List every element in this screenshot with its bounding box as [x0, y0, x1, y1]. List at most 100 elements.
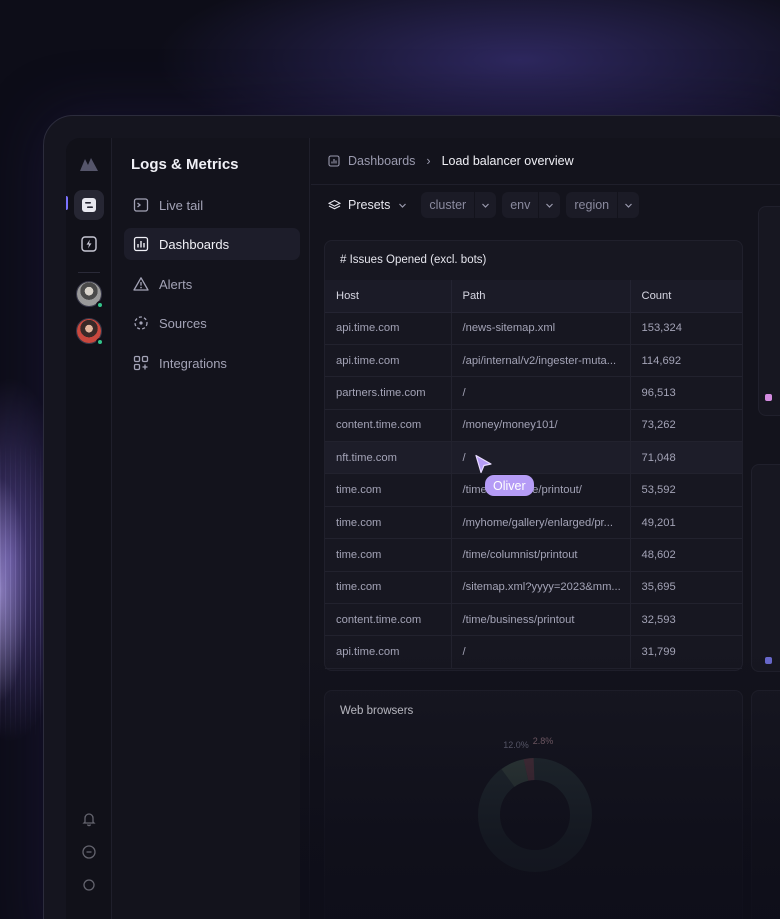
- count-cell: 96,513: [630, 376, 742, 410]
- table-row[interactable]: time.com/time/columnist/printout 48,602: [325, 538, 742, 572]
- sidebar-item-sources[interactable]: Sources: [124, 307, 300, 339]
- avatar[interactable]: [76, 318, 104, 346]
- online-status-dot: [96, 338, 104, 346]
- count-cell: 153,324: [630, 312, 742, 345]
- table-row[interactable]: partners.time.com/96,513: [325, 376, 742, 410]
- rail-active-marker: [66, 196, 68, 210]
- count-cell: 32,593: [630, 603, 742, 637]
- path-cell: /time/columnist/printout: [451, 538, 631, 572]
- collaborator-cursor-icon: [475, 454, 492, 474]
- integrations-icon: [133, 355, 149, 371]
- count-cell: 73,262: [630, 409, 742, 443]
- logs-app-icon: [82, 198, 96, 212]
- donut-segment[interactable]: [478, 758, 592, 872]
- host-cell: partners.time.com: [325, 376, 452, 410]
- path-cell: /money/money101/: [451, 409, 631, 443]
- partial-card: [751, 464, 780, 672]
- filter-label: cluster: [429, 198, 467, 212]
- host-cell: nft.time.com: [325, 441, 452, 475]
- chevron-down-icon: [399, 203, 407, 208]
- page-title: Load balancer overview: [441, 154, 574, 168]
- count-cell: 49,201: [630, 506, 742, 540]
- region-dropdown-button[interactable]: [617, 192, 639, 218]
- chevron-down-icon: [546, 203, 554, 208]
- column-header-count[interactable]: Count: [630, 280, 742, 313]
- env-filter[interactable]: env: [502, 192, 561, 218]
- path-cell: /api/internal/v2/ingester-muta...: [451, 344, 631, 378]
- card-title: Web browsers: [340, 705, 414, 717]
- sidebar-item-label: Integrations: [159, 355, 227, 371]
- cluster-filter[interactable]: cluster: [421, 192, 497, 218]
- host-cell: api.time.com: [325, 312, 452, 345]
- sidebar-item-alerts[interactable]: Alerts: [124, 268, 300, 300]
- host-cell: content.time.com: [325, 409, 452, 443]
- table-row[interactable]: api.time.com/31,799: [325, 635, 742, 669]
- donut-label: 12.0%: [503, 740, 529, 750]
- table-row[interactable]: time.com/time/magazine/printout/53,592: [325, 473, 742, 507]
- online-status-dot: [96, 301, 104, 309]
- path-cell: /myhome/gallery/enlarged/pr...: [451, 506, 631, 540]
- path-cell: /time/magazine/printout/: [451, 473, 631, 507]
- env-dropdown-button[interactable]: [538, 192, 560, 218]
- table-row[interactable]: time.com/myhome/gallery/enlarged/pr... 49…: [325, 506, 742, 540]
- settings-icon[interactable]: [81, 877, 97, 893]
- count-cell: 114,692: [630, 344, 742, 378]
- sidebar-item-label: Sources: [159, 315, 207, 331]
- region-filter[interactable]: region: [566, 192, 640, 218]
- help-icon[interactable]: [81, 844, 97, 860]
- column-header-host[interactable]: Host: [325, 280, 452, 313]
- sidebar-item-label: Dashboards: [159, 236, 230, 252]
- count-cell: 53,592: [630, 473, 742, 507]
- table-row[interactable]: time.com/sitemap.xml?yyyy=2023&mm... 35,6…: [325, 571, 742, 605]
- path-cell: /news-sitemap.xml: [451, 312, 631, 345]
- header-divider: [311, 184, 780, 185]
- rail-divider: [78, 272, 100, 273]
- sidebar: Logs & Metrics Live tail Dashboards Aler…: [113, 138, 310, 919]
- sidebar-item-live-tail[interactable]: Live tail: [124, 189, 300, 221]
- sidebar-item-dashboards[interactable]: Dashboards: [124, 228, 300, 260]
- table-row[interactable]: api.time.com/news-sitemap.xml 153,324: [325, 312, 742, 345]
- donut-chart: 12.0% 2.8%: [478, 736, 592, 872]
- table-header-row: Host Path Count: [325, 280, 742, 313]
- donut-segment[interactable]: [523, 758, 535, 781]
- avatar[interactable]: [76, 281, 104, 309]
- host-cell: time.com: [325, 571, 452, 605]
- host-cell: time.com: [325, 506, 452, 540]
- table-row[interactable]: nft.time.com/71,048: [325, 441, 742, 475]
- table-row[interactable]: content.time.com/time/business/printout 3…: [325, 603, 742, 637]
- sources-icon: [133, 315, 149, 331]
- partial-card: [758, 206, 780, 416]
- donut-segment[interactable]: [501, 759, 529, 788]
- presets-dropdown[interactable]: Presets: [328, 198, 407, 212]
- column-header-path[interactable]: Path: [451, 280, 631, 313]
- sidebar-title: Logs & Metrics: [131, 156, 239, 173]
- lightning-icon: [81, 236, 97, 252]
- table-row[interactable]: content.time.com/money/money101/73,262: [325, 409, 742, 443]
- sidebar-item-label: Alerts: [159, 276, 193, 292]
- count-cell: 31,799: [630, 635, 742, 669]
- cluster-dropdown-button[interactable]: [474, 192, 496, 218]
- breadcrumb-parent-link[interactable]: Dashboards: [348, 154, 415, 168]
- dashboard-icon: [328, 155, 340, 167]
- path-cell: /time/business/printout: [451, 603, 631, 637]
- table-row[interactable]: api.time.com/api/internal/v2/ingester-mu…: [325, 344, 742, 378]
- host-cell: content.time.com: [325, 603, 452, 637]
- sidebar-item-label: Live tail: [159, 197, 204, 213]
- host-cell: api.time.com: [325, 344, 452, 378]
- count-cell: 35,695: [630, 571, 742, 605]
- sidebar-item-integrations[interactable]: Integrations: [124, 347, 300, 379]
- legend-swatch: [765, 657, 772, 664]
- chevron-down-icon: [625, 203, 633, 208]
- brand-logo-icon: [80, 158, 98, 171]
- web-browsers-card: Web browsers 12.0% 2.8%: [324, 690, 743, 919]
- terminal-icon: [133, 197, 149, 213]
- lightning-app-button[interactable]: [74, 229, 104, 259]
- bell-icon[interactable]: [81, 811, 97, 827]
- collaborator-name-tag: Oliver: [485, 475, 534, 496]
- bar-chart-icon: [133, 236, 149, 252]
- issues-table-card: # Issues Opened (excl. bots) Host Path C…: [324, 240, 743, 671]
- logs-app-button[interactable]: [74, 190, 104, 220]
- path-cell: /sitemap.xml?yyyy=2023&mm...: [451, 571, 631, 605]
- legend-swatch: [765, 394, 772, 401]
- count-cell: 48,602: [630, 538, 742, 572]
